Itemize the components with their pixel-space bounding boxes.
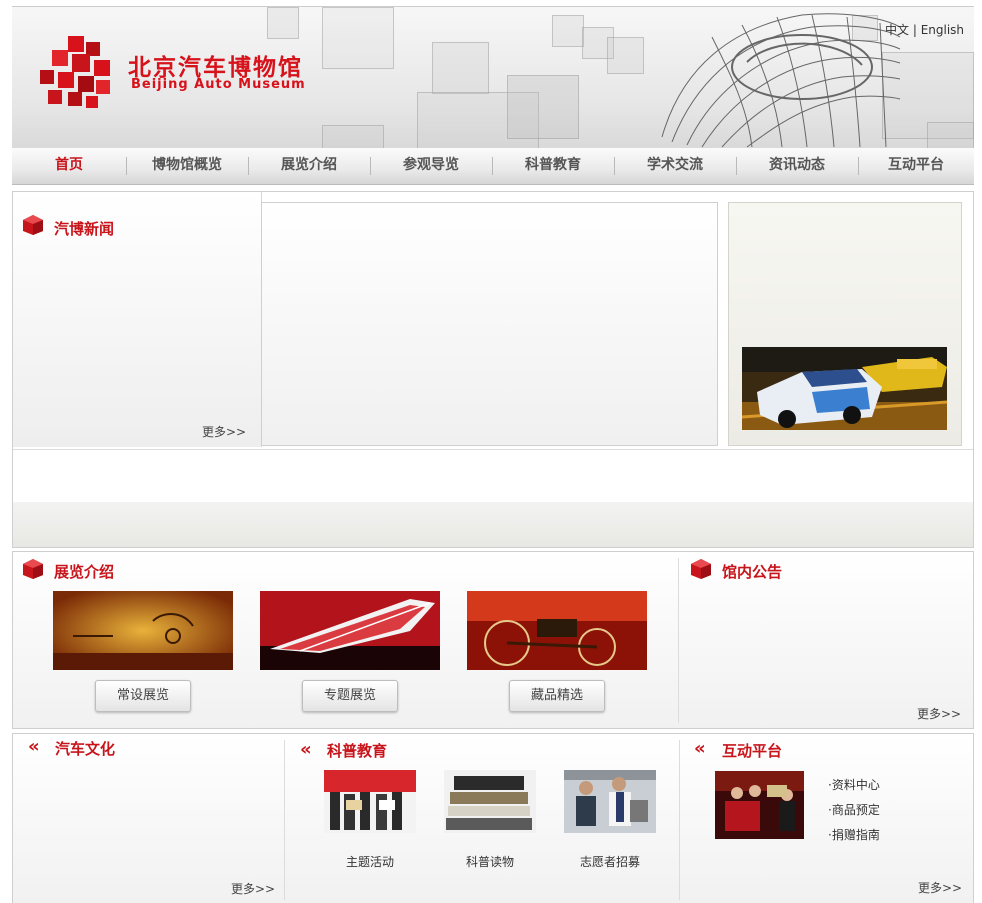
cube-icon — [23, 215, 43, 235]
cube-icon — [691, 559, 711, 579]
news-section-title: 汽博新闻 — [54, 220, 115, 238]
permanent-exhibition-button[interactable]: 常设展览 — [95, 680, 191, 712]
double-chevron-icon: « — [300, 739, 312, 760]
science-books-caption[interactable]: 科普读物 — [440, 853, 540, 870]
news-panel — [13, 192, 262, 447]
resource-center-link[interactable]: ·资料中心 — [828, 776, 880, 793]
nav-item-visit-guide[interactable]: 参观导览 — [370, 148, 492, 184]
special-exhibition-button[interactable]: 专题展览 — [302, 680, 398, 712]
collection-highlights-image[interactable] — [467, 591, 647, 670]
exhibitions-section-title: 展览介绍 — [54, 563, 115, 581]
logo-title-english: Beijing Auto Museum — [131, 77, 306, 92]
divider — [13, 449, 973, 450]
nav-item-news[interactable]: 资讯动态 — [736, 148, 858, 184]
divider — [679, 740, 680, 900]
science-books-image[interactable] — [444, 770, 536, 833]
double-chevron-icon: « — [694, 738, 706, 759]
nav-item-overview[interactable]: 博物馆概览 — [126, 148, 248, 184]
theme-activities-caption[interactable]: 主题活动 — [320, 853, 420, 870]
donation-guide-link[interactable]: ·捐赠指南 — [828, 826, 880, 843]
notices-more-link[interactable]: 更多>> — [917, 705, 961, 722]
special-exhibition-image[interactable] — [260, 591, 440, 670]
interactive-section-title: 互动平台 — [722, 742, 783, 760]
car-wireframe-illustration — [661, 13, 901, 148]
culture-more-link[interactable]: 更多>> — [231, 880, 275, 897]
divider — [284, 740, 285, 900]
featured-slideshow[interactable] — [261, 202, 718, 446]
double-chevron-icon: « — [28, 736, 40, 757]
cube-icon — [23, 559, 43, 579]
education-section-title: 科普教育 — [327, 742, 388, 760]
culture-section-title: 汽车文化 — [55, 740, 116, 758]
lang-english-link[interactable]: English — [921, 23, 964, 37]
collection-highlights-button[interactable]: 藏品精选 — [509, 680, 605, 712]
language-switcher: 中文 | English — [885, 21, 964, 38]
feature-image-panel — [728, 202, 962, 446]
interactive-more-link[interactable]: 更多>> — [918, 879, 962, 896]
product-booking-link[interactable]: ·商品预定 — [828, 801, 880, 818]
service-desk-image[interactable] — [715, 771, 804, 839]
museum-logo-icon — [40, 36, 110, 108]
taxi-exhibit-image[interactable] — [742, 347, 947, 430]
nav-item-home[interactable]: 首页 — [12, 148, 126, 184]
banner-strip — [13, 502, 973, 547]
lang-chinese-link[interactable]: 中文 — [885, 23, 909, 37]
main-navigation: 首页 博物馆概览 展览介绍 参观导览 科普教育 学术交流 资讯动态 互动平台 — [12, 148, 974, 185]
permanent-exhibition-image[interactable] — [53, 591, 233, 670]
volunteer-recruitment-image[interactable] — [564, 770, 656, 833]
notices-section-title: 馆内公告 — [722, 563, 783, 581]
volunteer-recruitment-caption[interactable]: 志愿者招募 — [560, 853, 660, 870]
nav-item-exhibitions[interactable]: 展览介绍 — [248, 148, 370, 184]
lang-separator: | — [909, 23, 921, 37]
news-more-link[interactable]: 更多>> — [202, 423, 246, 440]
divider — [678, 558, 679, 723]
nav-item-education[interactable]: 科普教育 — [492, 148, 614, 184]
site-header: 北京汽车博物馆 Beijing Auto Museum 中文 | English — [12, 6, 974, 149]
theme-activities-image[interactable] — [324, 770, 416, 833]
nav-item-academic[interactable]: 学术交流 — [614, 148, 736, 184]
nav-item-interactive[interactable]: 互动平台 — [858, 148, 974, 184]
